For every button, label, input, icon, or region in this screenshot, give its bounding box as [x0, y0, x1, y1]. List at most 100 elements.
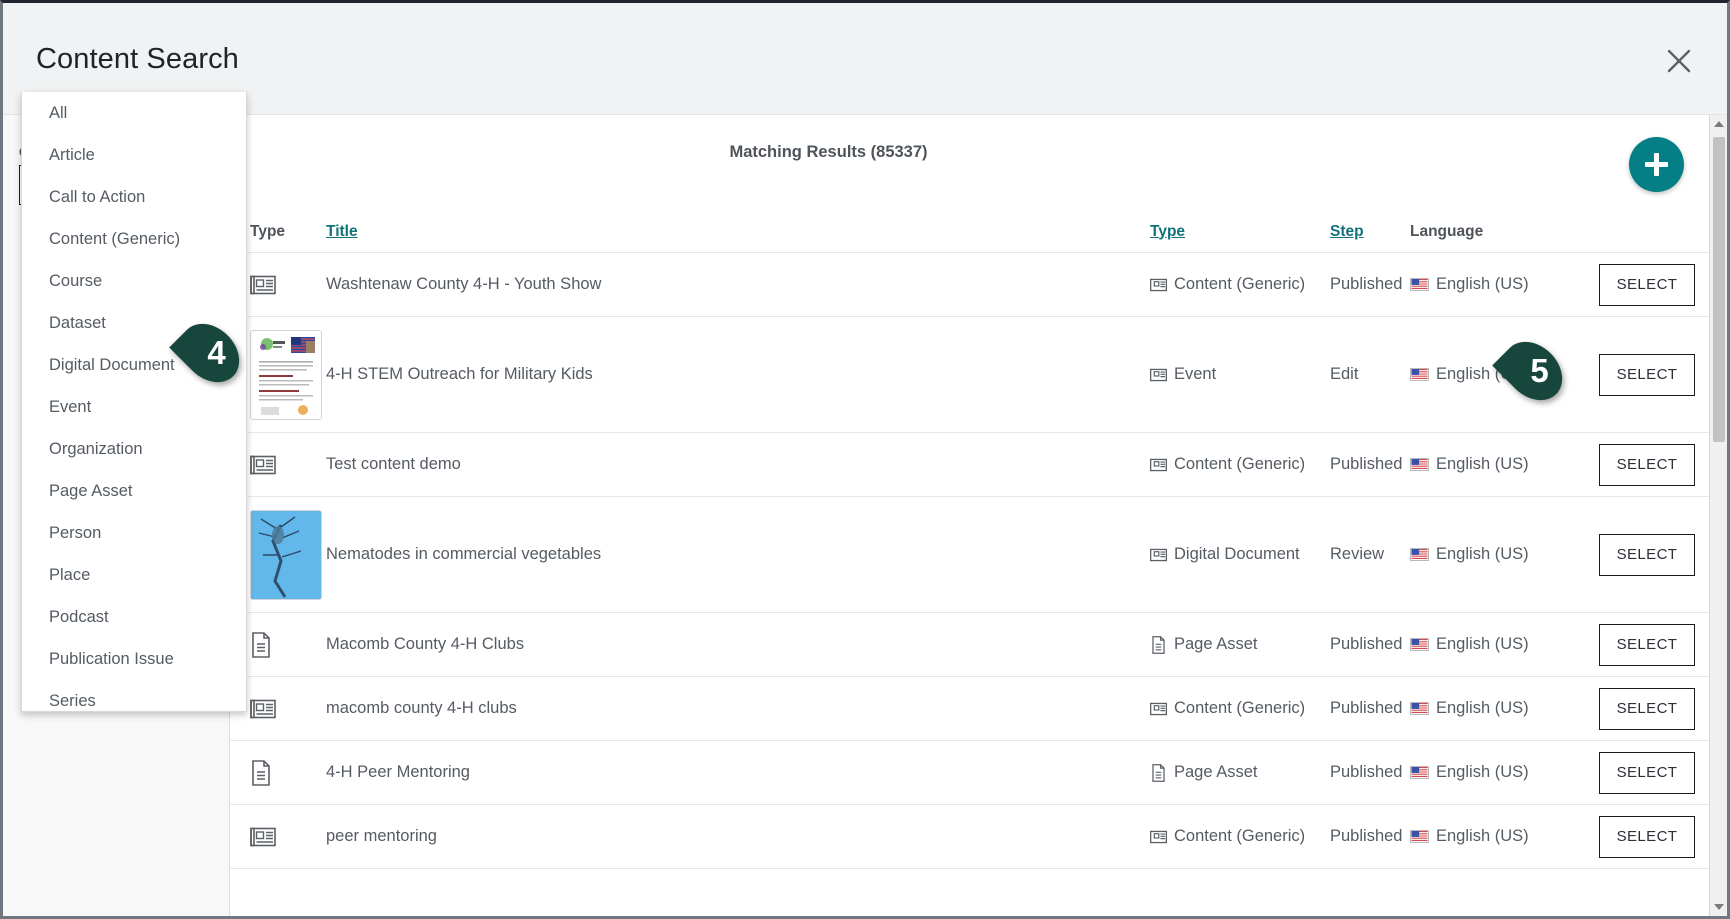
scrollbar-thumb[interactable]	[1713, 137, 1725, 442]
table-row[interactable]: 4-H STEM Outreach for Military Kids Even…	[230, 317, 1709, 433]
newspaper-icon	[1150, 829, 1167, 845]
thumbnail-flyer-icon	[250, 330, 322, 420]
table-row[interactable]: Washtenaw County 4-H - Youth Show Conten…	[230, 253, 1709, 317]
content-type-option[interactable]: Page Asset	[22, 470, 246, 512]
select-button[interactable]: SELECT	[1599, 444, 1695, 486]
select-button[interactable]: SELECT	[1599, 264, 1695, 306]
table-row[interactable]: Nematodes in commercial vegetables Digit…	[230, 497, 1709, 613]
table-row[interactable]: peer mentoring Content (Generic) Publish…	[230, 805, 1709, 869]
dialog-body: Content Type: All Matching Results (8533…	[3, 115, 1727, 916]
scroll-up-icon[interactable]	[1710, 115, 1727, 133]
row-title[interactable]: Nematodes in commercial vegetables	[326, 545, 1150, 564]
select-button[interactable]: SELECT	[1599, 688, 1695, 730]
row-type-icon-cell	[250, 632, 326, 658]
results-table: Type Title Type Step Language	[230, 211, 1709, 916]
content-type-option[interactable]: Series	[22, 680, 246, 712]
select-button[interactable]: SELECT	[1599, 534, 1695, 576]
row-content-type: Page Asset	[1174, 635, 1257, 654]
column-header-title[interactable]: Title	[326, 223, 358, 240]
column-header-language: Language	[1410, 223, 1483, 240]
column-header-type-icon: Type	[250, 223, 326, 241]
row-content-type: Page Asset	[1174, 763, 1257, 782]
vertical-scrollbar[interactable]	[1709, 115, 1727, 916]
content-type-option[interactable]: Event	[22, 386, 246, 428]
table-row[interactable]: macomb county 4-H clubs Content (Generic…	[230, 677, 1709, 741]
document-icon	[250, 760, 272, 786]
row-type-icon-cell	[250, 826, 326, 848]
content-type-option[interactable]: Article	[22, 134, 246, 176]
content-type-option[interactable]: Call to Action	[22, 176, 246, 218]
row-content-type: Content (Generic)	[1174, 699, 1305, 718]
content-search-dialog: Content Search Content Type: All Matchin…	[0, 0, 1730, 919]
content-type-option[interactable]: Publication Issue	[22, 638, 246, 680]
newspaper-icon	[250, 274, 276, 296]
row-step: Published	[1330, 763, 1410, 782]
table-row[interactable]: 4-H Peer Mentoring Page Asset Published	[230, 741, 1709, 805]
row-language: English (US)	[1436, 763, 1529, 782]
row-language: English (US)	[1436, 827, 1529, 846]
row-content-type: Content (Generic)	[1174, 275, 1305, 294]
us-flag-icon	[1410, 458, 1429, 471]
row-title[interactable]: Macomb County 4-H Clubs	[326, 635, 1150, 654]
row-title[interactable]: 4-H STEM Outreach for Military Kids	[326, 365, 1150, 384]
row-step: Published	[1330, 699, 1410, 718]
document-icon	[250, 632, 272, 658]
row-title[interactable]: 4-H Peer Mentoring	[326, 763, 1150, 782]
content-type-option[interactable]: Content (Generic)	[22, 218, 246, 260]
newspaper-icon	[1150, 367, 1167, 383]
scroll-down-icon[interactable]	[1710, 898, 1727, 916]
row-content-type: Content (Generic)	[1174, 827, 1305, 846]
row-language: English (US)	[1436, 455, 1529, 474]
row-type-icon-cell	[250, 760, 326, 786]
dialog-header: Content Search	[3, 3, 1727, 115]
row-language: English (US)	[1436, 275, 1529, 294]
row-content-type: Event	[1174, 365, 1216, 384]
content-type-option[interactable]: Organization	[22, 428, 246, 470]
newspaper-icon	[250, 698, 276, 720]
newspaper-icon	[250, 826, 276, 848]
content-type-option[interactable]: Place	[22, 554, 246, 596]
row-language: English (US)	[1436, 545, 1529, 564]
content-type-option[interactable]: Person	[22, 512, 246, 554]
row-content-type: Content (Generic)	[1174, 455, 1305, 474]
row-title[interactable]: Washtenaw County 4-H - Youth Show	[326, 275, 1150, 294]
column-header-step[interactable]: Step	[1330, 223, 1364, 240]
close-icon[interactable]	[1661, 43, 1697, 79]
row-title[interactable]: peer mentoring	[326, 827, 1150, 846]
row-step: Edit	[1330, 365, 1410, 384]
table-row[interactable]: Test content demo Content (Generic) Publ…	[230, 433, 1709, 497]
callout-badge-5: 5	[1491, 339, 1575, 403]
content-type-dropdown[interactable]: AllArticleCall to ActionContent (Generic…	[21, 92, 247, 712]
table-header-row: Type Title Type Step Language	[230, 211, 1709, 253]
add-content-button[interactable]	[1629, 137, 1684, 192]
select-button[interactable]: SELECT	[1599, 752, 1695, 794]
results-count: Matching Results (85337)	[230, 143, 1727, 162]
content-type-option[interactable]: Course	[22, 260, 246, 302]
table-row[interactable]: Macomb County 4-H Clubs Page Asset Publi…	[230, 613, 1709, 677]
newspaper-icon	[1150, 277, 1167, 293]
page-title: Content Search	[36, 43, 239, 76]
row-language: English (US)	[1436, 699, 1529, 718]
newspaper-icon	[1150, 701, 1167, 717]
thumbnail-nematode-icon	[250, 510, 322, 600]
row-type-icon-cell	[250, 454, 326, 476]
newspaper-icon	[1150, 457, 1167, 473]
us-flag-icon	[1410, 278, 1429, 291]
row-title[interactable]: Test content demo	[326, 455, 1150, 474]
select-button[interactable]: SELECT	[1599, 816, 1695, 858]
select-button[interactable]: SELECT	[1599, 624, 1695, 666]
callout-badge-4: 4	[168, 321, 252, 385]
newspaper-icon	[250, 454, 276, 476]
content-type-option[interactable]: Podcast	[22, 596, 246, 638]
row-title[interactable]: macomb county 4-H clubs	[326, 699, 1150, 718]
us-flag-icon	[1410, 702, 1429, 715]
callout-number: 4	[194, 334, 225, 372]
column-header-content-type[interactable]: Type	[1150, 223, 1185, 240]
document-icon	[1150, 764, 1167, 782]
row-language: English (US)	[1436, 635, 1529, 654]
us-flag-icon	[1410, 638, 1429, 651]
content-type-option[interactable]: All	[22, 92, 246, 134]
row-step: Published	[1330, 455, 1410, 474]
row-step: Published	[1330, 275, 1410, 294]
select-button[interactable]: SELECT	[1599, 354, 1695, 396]
